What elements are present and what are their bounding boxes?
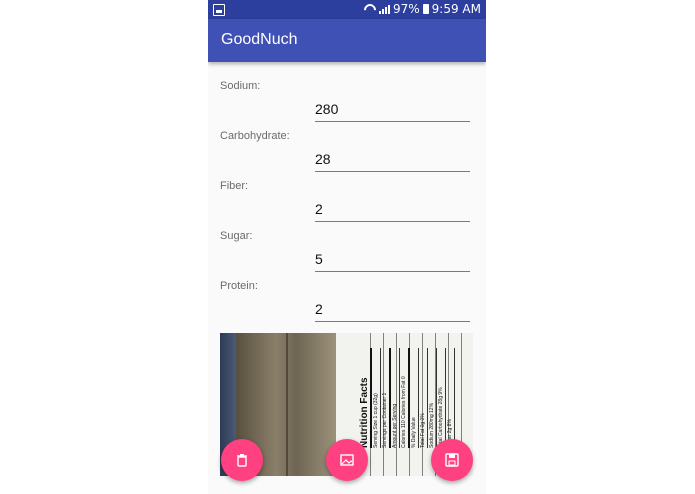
nutrition-facts-title: Nutrition Facts	[359, 348, 372, 448]
trash-icon	[237, 454, 247, 467]
fiber-value: 2	[315, 201, 323, 217]
status-bar-right: 97% 9:59 AM	[364, 2, 481, 16]
save-button[interactable]	[431, 439, 473, 481]
sugar-input[interactable]: 5	[315, 251, 470, 272]
nf-line: Total Fat 0g 0%	[419, 348, 428, 448]
wifi-icon	[364, 4, 376, 14]
sodium-label: Sodium:	[220, 80, 261, 92]
nf-line: % Daily Value	[410, 348, 419, 448]
sodium-input[interactable]: 280	[315, 101, 470, 122]
app-bar: GoodNuch	[208, 19, 486, 62]
nf-line: Amount per Serving	[391, 348, 400, 448]
signal-icon	[379, 4, 390, 14]
fiber-input[interactable]: 2	[315, 201, 470, 222]
protein-input[interactable]: 2	[315, 301, 470, 322]
nf-line: Sugar 2g 8%	[446, 348, 455, 448]
clock: 9:59 AM	[431, 2, 481, 16]
carbohydrate-input[interactable]: 28	[315, 151, 470, 172]
fiber-label: Fiber:	[220, 180, 249, 192]
nf-line: Calories 110 Calories from Fat 0	[400, 348, 410, 448]
carbohydrate-label: Carbohydrate:	[220, 130, 290, 142]
protein-value: 2	[315, 301, 323, 317]
delete-button[interactable]	[221, 439, 263, 481]
save-icon	[445, 453, 459, 467]
battery-icon	[422, 4, 429, 14]
phone-screen: 97% 9:59 AM GoodNuch Sodium: 280 Carbohy…	[208, 0, 486, 494]
sugar-value: 5	[315, 251, 323, 267]
battery-percent: 97%	[393, 2, 420, 16]
nf-line: Sodium 280mg 12%	[428, 348, 437, 448]
notification-image-icon	[213, 4, 225, 16]
carbohydrate-value: 28	[315, 151, 331, 167]
protein-label: Protein:	[220, 280, 258, 292]
app-title: GoodNuch	[221, 31, 298, 48]
nf-line: Total Carbohydrate 28g 9%	[437, 348, 446, 448]
sodium-value: 280	[315, 101, 339, 117]
nutrition-facts-text: Nutrition Facts Serving Size 1 cup (32g)…	[359, 348, 473, 448]
nf-line: Serving Size 1 cup (32g)	[372, 348, 381, 448]
gallery-button[interactable]	[326, 439, 368, 481]
status-bar: 97% 9:59 AM	[208, 0, 486, 19]
nf-line: Servings per Container 1	[381, 348, 391, 448]
image-icon	[340, 454, 354, 466]
sugar-label: Sugar:	[220, 230, 253, 242]
